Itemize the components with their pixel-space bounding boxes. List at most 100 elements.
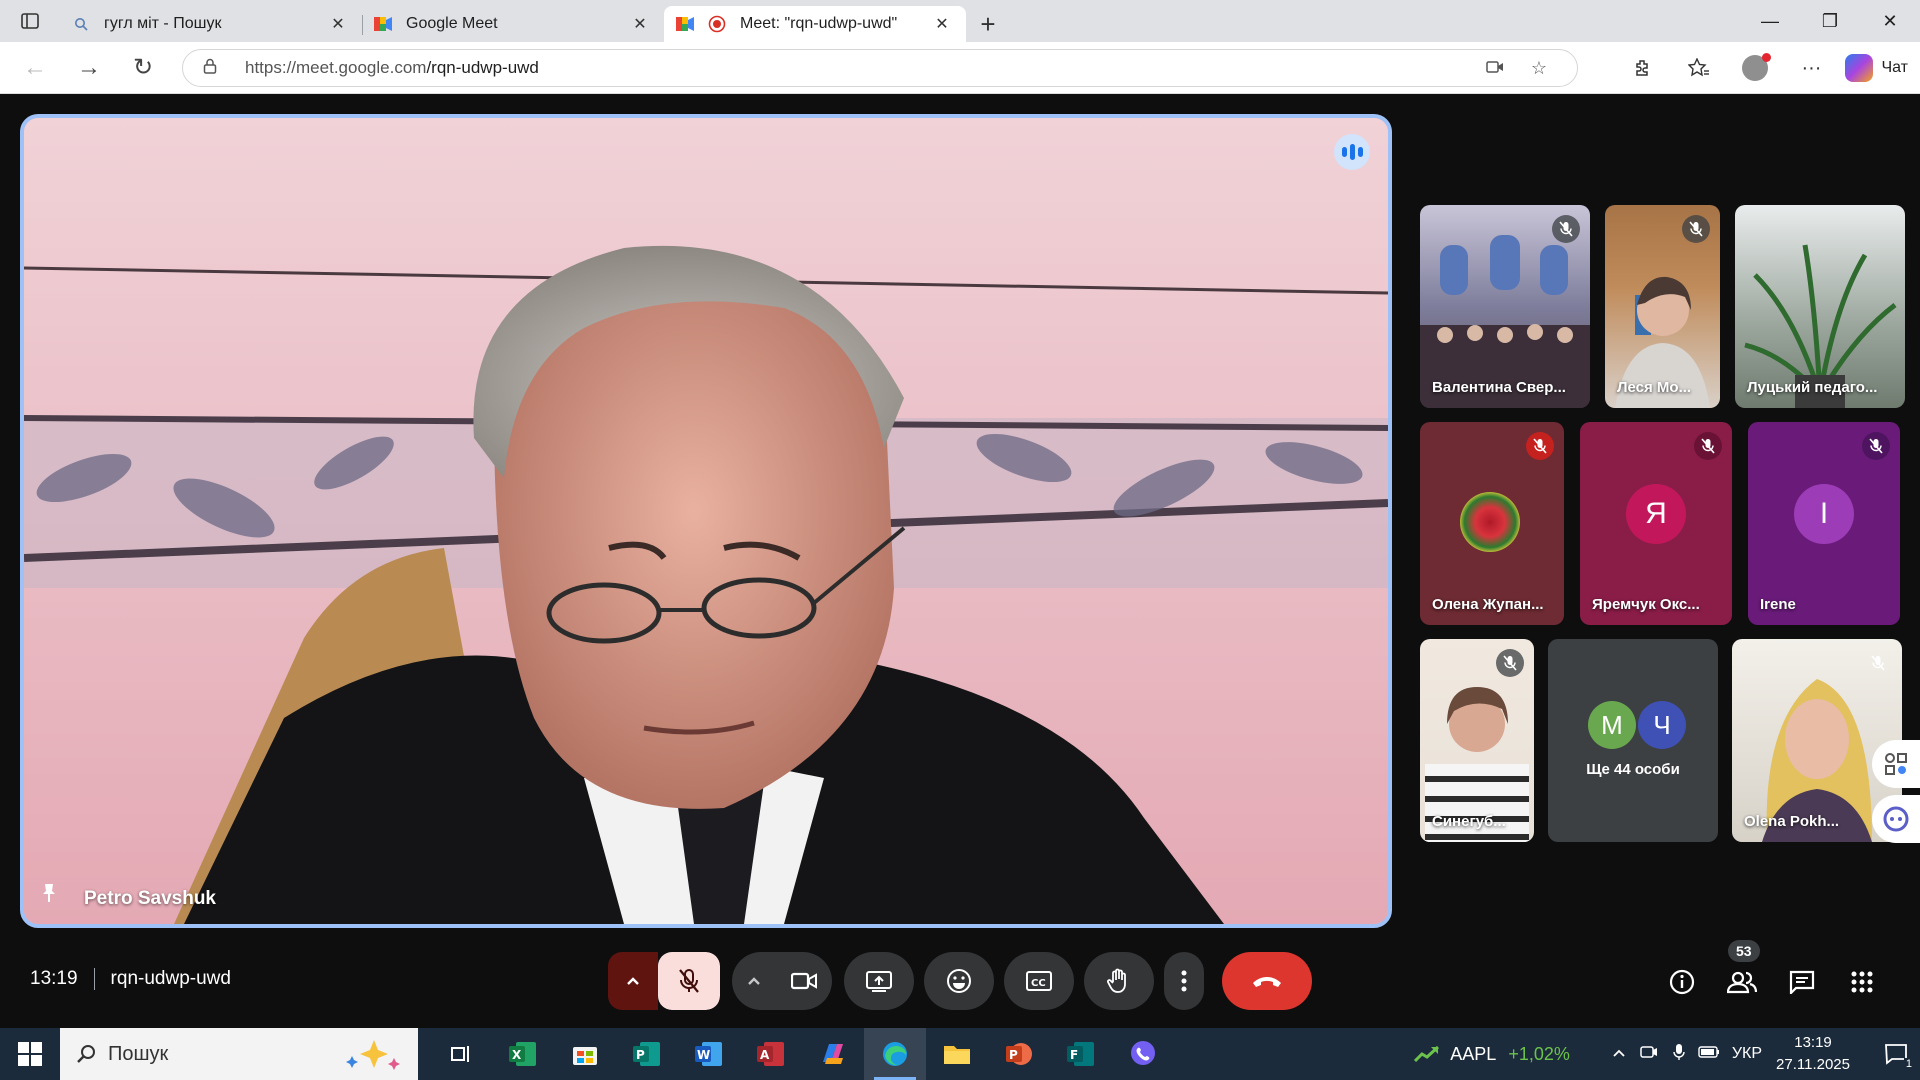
people-icon [1727, 971, 1757, 994]
google-meet-icon [374, 15, 392, 33]
mic-off-icon [1526, 432, 1554, 460]
meet-tray-icon[interactable] [1634, 1044, 1664, 1065]
mic-off-icon [1552, 215, 1580, 243]
forward-button[interactable]: → [62, 48, 116, 88]
edge-browser-icon[interactable] [864, 1028, 926, 1080]
audio-options-button[interactable] [608, 952, 658, 1010]
camera-toggle-button[interactable] [776, 952, 832, 1010]
taskbar-clock[interactable]: 13:19 27.11.2025 [1776, 1032, 1850, 1076]
tab-actions-icon[interactable] [0, 0, 60, 42]
show-hidden-icons-icon[interactable] [1604, 1045, 1634, 1063]
file-explorer-icon[interactable] [926, 1028, 988, 1080]
back-button[interactable]: ← [8, 48, 62, 88]
stock-widget[interactable]: AAPL +1,02% [1414, 1044, 1570, 1065]
close-tab-icon[interactable]: ✕ [326, 12, 350, 36]
raise-hand-button[interactable] [1084, 952, 1154, 1010]
camera-in-use-icon[interactable] [1473, 58, 1517, 79]
participant-tile[interactable]: Валентина Свер... [1420, 205, 1590, 408]
tab-search[interactable]: гугл міт - Пошук ✕ [60, 6, 362, 42]
assistant-side-button[interactable] [1872, 795, 1920, 843]
apps-side-button[interactable] [1872, 740, 1920, 788]
main-speaker-tile[interactable]: Petro Savshuk [20, 114, 1392, 928]
captions-button[interactable]: CC [1004, 952, 1074, 1010]
participant-tile[interactable]: Я Яремчук Окс... [1580, 422, 1732, 625]
copilot-icon [1845, 54, 1874, 82]
participant-tile[interactable]: Олена Жупан... [1420, 422, 1564, 625]
meeting-code: rqn-udwp-uwd [110, 968, 231, 989]
close-tab-icon[interactable]: ✕ [628, 12, 652, 36]
close-tab-icon[interactable]: ✕ [930, 12, 954, 36]
chat-icon [1789, 970, 1815, 994]
svg-text:CC: CC [1031, 978, 1046, 989]
stock-ticker: AAPL [1450, 1043, 1497, 1064]
meeting-info: 13:19 rqn-udwp-uwd [30, 968, 231, 990]
tab-title: гугл міт - Пошук [104, 15, 222, 32]
speaker-name: Petro Savshuk [84, 888, 216, 909]
store-icon[interactable] [554, 1028, 616, 1080]
microphone-toggle-button[interactable] [658, 952, 720, 1010]
new-tab-button[interactable]: + [966, 6, 1010, 42]
taskbar-search-box[interactable]: Пошук [60, 1028, 418, 1080]
people-button[interactable]: 53 [1712, 940, 1772, 1004]
mic-off-icon [1862, 432, 1890, 460]
word-icon[interactable]: W [678, 1028, 740, 1080]
participant-tile[interactable]: I Irene [1748, 422, 1900, 625]
call-controls: CC [608, 951, 1312, 1011]
forms-icon[interactable]: F [1050, 1028, 1112, 1080]
url-host: https://meet.google.com [245, 58, 427, 77]
present-screen-button[interactable] [844, 952, 914, 1010]
start-button[interactable] [0, 1028, 60, 1080]
mic-off-icon [1694, 432, 1722, 460]
notifications-button[interactable]: 1 [1872, 1028, 1920, 1080]
participant-tile[interactable]: Леся Мо... [1605, 205, 1720, 408]
favorites-icon[interactable] [1671, 48, 1727, 88]
battery-icon[interactable] [1694, 1045, 1724, 1063]
participant-name: Олена Жупан... [1432, 596, 1544, 613]
more-options-button[interactable] [1164, 952, 1204, 1010]
powerpoint-icon[interactable]: P [988, 1028, 1050, 1080]
address-bar[interactable]: https://meet.google.com/rqn-udwp-uwd ☆ [182, 49, 1578, 87]
copilot-app-icon[interactable] [802, 1028, 864, 1080]
more-menu-icon[interactable]: ··· [1783, 48, 1839, 88]
excel-icon[interactable]: X [492, 1028, 554, 1080]
system-tray: AAPL +1,02% УКР 13:19 27.11.2025 1 [1414, 1028, 1920, 1080]
clock-time: 13:19 [1794, 1034, 1832, 1051]
reload-button[interactable]: ↻ [116, 48, 170, 88]
favorite-star-icon[interactable]: ☆ [1517, 58, 1561, 79]
minimize-icon[interactable]: — [1740, 0, 1800, 42]
divider [93, 968, 95, 990]
participant-tile[interactable]: Луцький педаго... [1735, 205, 1905, 408]
pin-icon[interactable] [42, 883, 56, 908]
site-info-icon[interactable] [203, 58, 223, 78]
participant-name: Леся Мо... [1617, 379, 1692, 396]
restore-icon[interactable]: ❐ [1800, 0, 1860, 42]
viber-icon[interactable] [1112, 1028, 1174, 1080]
close-window-icon[interactable]: ✕ [1860, 0, 1920, 42]
more-participants-tile[interactable]: М Ч Ще 44 особи [1548, 639, 1718, 842]
microphone-tray-icon[interactable] [1664, 1043, 1694, 1066]
input-language[interactable]: УКР [1732, 1045, 1762, 1063]
leave-call-button[interactable] [1222, 952, 1312, 1010]
task-view-icon[interactable] [430, 1028, 492, 1080]
copilot-chat-button[interactable]: Чат [1845, 54, 1908, 82]
hang-up-icon [1253, 977, 1281, 987]
activities-button[interactable] [1832, 960, 1892, 1004]
tab-google-meet[interactable]: Google Meet ✕ [362, 6, 664, 42]
stock-change: +1,02% [1508, 1043, 1570, 1064]
browser-tab-bar: гугл міт - Пошук ✕ Google Meet ✕ Meet: "… [0, 0, 1920, 42]
publisher-icon[interactable]: P [616, 1028, 678, 1080]
profile-avatar[interactable] [1727, 48, 1783, 88]
info-icon [1669, 969, 1695, 995]
windows-logo-icon [18, 1042, 42, 1066]
access-icon[interactable]: A [740, 1028, 802, 1080]
search-icon [72, 15, 90, 33]
meeting-details-button[interactable] [1652, 960, 1712, 1004]
participant-tile[interactable]: Синегуб... [1420, 639, 1534, 842]
browser-toolbar-right: ··· Чат [1615, 42, 1920, 94]
extensions-icon[interactable] [1615, 48, 1671, 88]
reactions-button[interactable] [924, 952, 994, 1010]
chat-button[interactable] [1772, 960, 1832, 1004]
tab-title: Meet: "rqn-udwp-uwd" [740, 15, 898, 32]
tab-meet-active[interactable]: Meet: "rqn-udwp-uwd" ✕ [664, 6, 966, 42]
video-options-button[interactable] [732, 952, 776, 1010]
